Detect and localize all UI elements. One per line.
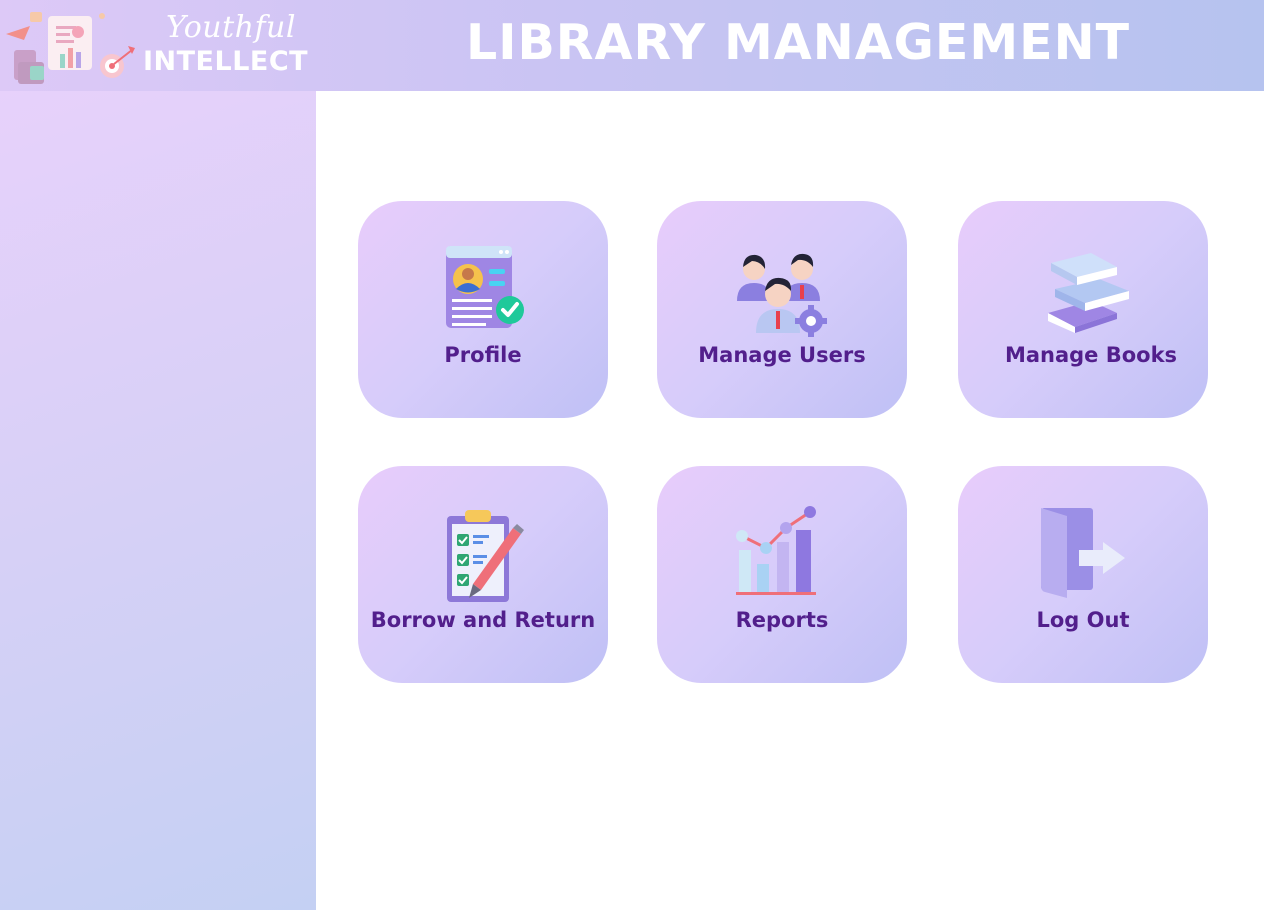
- tile-label: Reports: [735, 608, 829, 632]
- top-header: Youthful INTELLECT LIBRARY MANAGEMENT: [0, 0, 1264, 91]
- tile-label: Profile: [444, 343, 522, 367]
- users-gear-icon: [732, 241, 832, 341]
- logout-door-icon: [1033, 506, 1133, 606]
- brand-logo: [4, 6, 136, 88]
- reports-tile[interactable]: Reports: [657, 466, 907, 683]
- tile-label: Log Out: [1036, 608, 1130, 632]
- tile-label: Manage Books: [1004, 343, 1178, 367]
- borrow-return-tile[interactable]: Borrow and Return: [358, 466, 608, 683]
- page-title: LIBRARY MANAGEMENT: [465, 14, 1131, 71]
- tile-label: Manage Users: [698, 343, 866, 367]
- clipboard-checklist-icon: [433, 506, 533, 606]
- brand-tagline: Youthful: [166, 10, 296, 45]
- logout-tile[interactable]: Log Out: [958, 466, 1208, 683]
- bar-chart-icon: [732, 506, 832, 606]
- books-stack-icon: [1033, 241, 1133, 341]
- manage-books-tile[interactable]: Manage Books: [958, 201, 1208, 418]
- profile-tile[interactable]: Profile: [358, 201, 608, 418]
- profile-card-icon: [433, 241, 533, 341]
- manage-users-tile[interactable]: Manage Users: [657, 201, 907, 418]
- brand-name: INTELLECT: [143, 46, 309, 77]
- dashboard-grid: Profile Manage Users Manage Books Borrow…: [316, 91, 1264, 910]
- tile-label: Borrow and Return: [370, 608, 596, 632]
- sidebar: [0, 91, 316, 910]
